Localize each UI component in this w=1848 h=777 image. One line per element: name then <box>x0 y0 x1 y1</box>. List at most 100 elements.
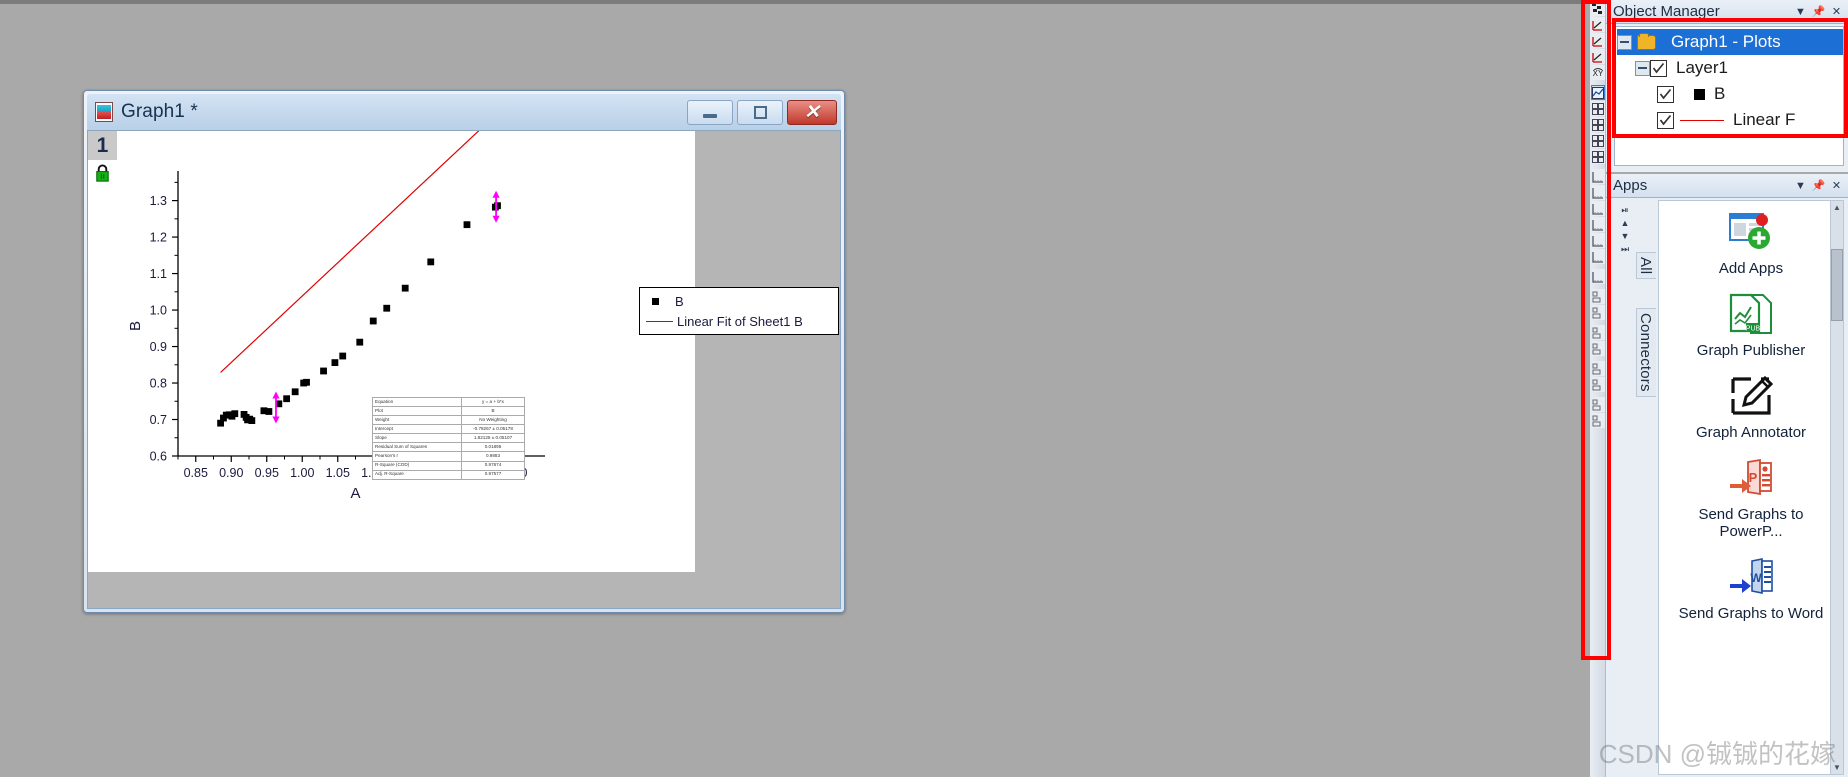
scroll-up-icon[interactable]: ▲ <box>1833 203 1841 212</box>
graph-window-titlebar[interactable]: Graph1 * ✕ <box>87 94 841 130</box>
align-hcenter-icon[interactable] <box>1590 361 1605 376</box>
y-tick-label: 0.6 <box>150 450 167 464</box>
app-item-label: Graph Publisher <box>1696 342 1806 359</box>
tree-collapse-toggle[interactable] <box>1635 60 1650 76</box>
object-manager-label: Graph1 - Plots <box>1671 32 1781 51</box>
apps-list[interactable]: Add Apps PUB Graph Publisher Graph Annotato… <box>1658 200 1844 775</box>
data-point-marker <box>339 352 347 360</box>
chevron-down-icon[interactable]: ▼ <box>1793 180 1808 192</box>
visibility-checkbox[interactable] <box>1650 59 1667 77</box>
app-item-send-to-word[interactable]: W Send Graphs to Word <box>1659 552 1843 622</box>
object-manager-row[interactable]: Linear F <box>1617 107 1843 133</box>
apps-tab-all[interactable]: All <box>1636 252 1656 280</box>
apps-title: Apps <box>1613 177 1648 194</box>
pin-icon[interactable]: 📌 <box>1811 179 1826 192</box>
magenta-error-bar-left[interactable] <box>272 391 280 424</box>
size-match-icon[interactable] <box>1590 397 1605 412</box>
extract-to-layers-icon[interactable] <box>1590 117 1605 132</box>
align-vcenter-icon[interactable] <box>1590 377 1605 392</box>
chevron-down-icon[interactable]: ▼ <box>1793 6 1808 18</box>
align-bottom-icon[interactable] <box>1590 341 1605 356</box>
new-layer-bottom-x-left-y-icon[interactable] <box>1590 33 1605 48</box>
extract-to-graphs-icon[interactable] <box>1590 133 1605 148</box>
stats-key: Equation <box>372 396 462 408</box>
app-item-send-to-powerpoint[interactable]: P Send Graphs to PowerP... <box>1659 453 1843 540</box>
axis-style-4-icon[interactable] <box>1590 217 1605 232</box>
exchange-xy-axes-icon[interactable]: XY <box>1590 65 1605 80</box>
line-marker-icon <box>646 320 673 322</box>
distribute-icon[interactable] <box>1590 413 1605 428</box>
visibility-checkbox[interactable] <box>1657 111 1674 129</box>
axis-style-6-icon[interactable] <box>1590 249 1605 264</box>
close-icon[interactable]: ✕ <box>1829 179 1844 192</box>
object-manager-row[interactable]: Layer1 <box>1617 55 1843 81</box>
object-manager-row[interactable]: B <box>1617 81 1843 107</box>
axis-style-3-icon[interactable] <box>1590 201 1605 216</box>
apps-body: ⏯ ▲ ▼ ⏭ All Connectors Add Apps PUB Graph P… <box>1614 200 1844 775</box>
tree-collapse-toggle[interactable] <box>1617 34 1632 50</box>
app-item-label: Add Apps <box>1718 260 1784 277</box>
layer-contents-icon[interactable] <box>1590 149 1605 164</box>
merge-graph-icon[interactable] <box>1590 101 1605 116</box>
stats-key: Plot <box>372 406 462 417</box>
new-layer-linked-xy-icon[interactable] <box>1590 17 1605 32</box>
object-manager-tree[interactable]: Graph1 - Plots Layer1 B Linear F <box>1614 26 1844 166</box>
object-manager-label: B <box>1714 84 1726 103</box>
stats-value: 0.97674 <box>461 460 525 471</box>
apps-nav-bottom[interactable]: ⏭ <box>1621 243 1629 256</box>
app-item-graph-publisher[interactable]: PUB Graph Publisher <box>1659 289 1843 359</box>
align-top-icon[interactable] <box>1590 325 1605 340</box>
x-axis-title: A <box>350 485 360 502</box>
y-tick-label: 0.9 <box>150 340 167 354</box>
new-layer-top-x-right-y-icon[interactable] <box>1590 49 1605 64</box>
top-edge-strip <box>0 0 1848 4</box>
graph-canvas-area[interactable]: 1 0.850.900.951.001.051.101.151.201.251.… <box>87 130 841 609</box>
stats-row: Equation y = a + b*x <box>372 396 525 408</box>
apps-items-container: Add Apps PUB Graph Publisher Graph Annotato… <box>1659 207 1843 622</box>
axis-style-1-icon[interactable] <box>1590 169 1605 184</box>
maximize-button[interactable] <box>737 99 783 125</box>
visibility-checkbox[interactable] <box>1657 85 1674 103</box>
line-marker-icon <box>1680 119 1724 121</box>
axis-style-2-icon[interactable] <box>1590 185 1605 200</box>
y-tick-label: 1.3 <box>150 194 167 208</box>
axis-style-5-icon[interactable] <box>1590 233 1605 248</box>
plot-legend[interactable]: B Linear Fit of Sheet1 B <box>639 287 839 335</box>
graph1-window[interactable]: Graph1 * ✕ 1 0.850.900.951.001.051.101.1… <box>83 90 845 613</box>
app-item-graph-annotator[interactable]: Graph Annotator <box>1659 371 1843 441</box>
scatter-matrix-icon[interactable] <box>1590 1 1605 16</box>
x-tick-label: 0.90 <box>219 466 243 480</box>
align-left-icon[interactable] <box>1590 289 1605 304</box>
apps-scrollbar[interactable]: ▲ ▼ <box>1830 201 1843 774</box>
apps-tab-connectors[interactable]: Connectors <box>1636 308 1656 397</box>
close-button[interactable]: ✕ <box>787 99 837 125</box>
apps-scrollbar-thumb[interactable] <box>1831 249 1843 321</box>
apps-nav-down[interactable]: ▼ <box>1621 230 1630 243</box>
graph-window-title: Graph1 * <box>121 101 198 122</box>
graph-tools-toolbar[interactable]: XY <box>1590 0 1606 777</box>
x-tick-label: 1.05 <box>326 466 350 480</box>
y-tick-label: 1.1 <box>150 267 167 281</box>
apps-nav-top[interactable]: ⏯ <box>1621 204 1628 217</box>
checkmark-icon <box>1652 62 1665 73</box>
app-item-add-apps[interactable]: Add Apps <box>1659 207 1843 277</box>
align-right-icon[interactable] <box>1590 305 1605 320</box>
stats-key: Slope <box>372 433 462 444</box>
y-tick-label: 0.7 <box>150 413 167 427</box>
pin-icon[interactable]: 📌 <box>1811 5 1826 18</box>
close-icon[interactable]: ✕ <box>1829 5 1844 18</box>
stats-row: Slope 1.82125 ± 0.05107 <box>372 433 525 444</box>
maximize-icon <box>753 105 767 119</box>
data-point-marker <box>463 221 471 229</box>
graph-page[interactable]: 1 0.850.900.951.001.051.101.151.201.251.… <box>88 131 839 572</box>
stats-row: R-Square (COD) 0.97674 <box>372 460 525 471</box>
window-control-buttons: ✕ <box>687 99 837 125</box>
object-manager-row[interactable]: Graph1 - Plots <box>1617 29 1843 55</box>
apps-nav-up[interactable]: ▲ <box>1621 217 1630 230</box>
scroll-down-icon[interactable]: ▼ <box>1833 763 1841 772</box>
linear-fit-stats-table: Equation y = a + b*x Plot B Weight No Weighti… <box>372 396 525 480</box>
object-manager-title: Object Manager <box>1613 3 1720 20</box>
add-plot-to-layer-icon[interactable] <box>1590 85 1605 100</box>
expand-icon[interactable] <box>1590 269 1605 284</box>
minimize-button[interactable] <box>687 99 733 125</box>
